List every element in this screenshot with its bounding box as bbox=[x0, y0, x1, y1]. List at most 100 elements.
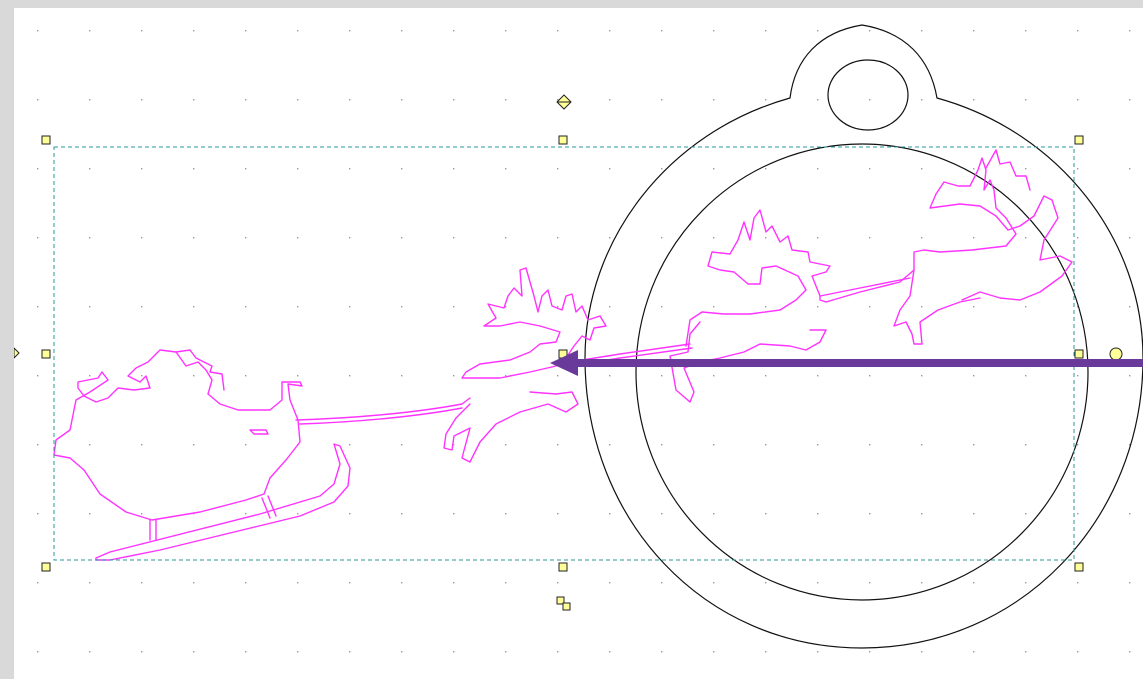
sleigh-strut-right[interactable] bbox=[261, 495, 277, 519]
ornament-hanger-hole[interactable] bbox=[827, 59, 909, 131]
duplicate-squares-icon[interactable] bbox=[556, 596, 571, 611]
selection-handles[interactable] bbox=[41, 135, 1084, 572]
grid-dot bbox=[817, 99, 819, 101]
harness-rope[interactable] bbox=[295, 397, 471, 425]
grid-dot bbox=[765, 306, 767, 308]
grid-dot bbox=[193, 651, 195, 653]
grid-dot bbox=[193, 444, 195, 446]
grid-dot bbox=[453, 513, 455, 515]
grid-dot bbox=[89, 582, 91, 584]
grid-dot bbox=[973, 444, 975, 446]
handle-bottom-right[interactable] bbox=[1074, 562, 1084, 572]
node-circle-handle-icon[interactable] bbox=[1109, 347, 1123, 361]
grid-dot bbox=[765, 513, 767, 515]
reindeer-2[interactable] bbox=[685, 209, 831, 347]
handle-middle-left[interactable] bbox=[41, 349, 51, 359]
grid-dot bbox=[245, 444, 247, 446]
handle-bottom-left[interactable] bbox=[41, 562, 51, 572]
grid-dot bbox=[713, 237, 715, 239]
grid-dot bbox=[765, 582, 767, 584]
grid-dot bbox=[297, 513, 299, 515]
grid-dot bbox=[245, 651, 247, 653]
grid-dot bbox=[661, 237, 663, 239]
grid-dot bbox=[921, 30, 923, 32]
grid-dot bbox=[1025, 30, 1027, 32]
grid-dot bbox=[973, 168, 975, 170]
left-edge-handle-icon[interactable] bbox=[14, 347, 20, 359]
grid-dot bbox=[869, 237, 871, 239]
sleigh-runner[interactable] bbox=[95, 443, 351, 561]
grid-dot bbox=[661, 444, 663, 446]
grid-dot bbox=[1077, 237, 1079, 239]
grid-dot bbox=[349, 444, 351, 446]
grid-dot bbox=[765, 651, 767, 653]
grid-dot bbox=[973, 306, 975, 308]
handle-bottom-center[interactable] bbox=[558, 562, 568, 572]
grid-dot bbox=[193, 30, 195, 32]
grid-dot bbox=[869, 582, 871, 584]
reindeer-3-antlers[interactable] bbox=[985, 149, 1031, 191]
drawing-canvas[interactable] bbox=[14, 8, 1143, 679]
grid-dot bbox=[37, 513, 39, 515]
canvas-svg[interactable] bbox=[14, 8, 1143, 679]
grid-dot bbox=[505, 513, 507, 515]
grid-dot bbox=[765, 30, 767, 32]
grid-dot bbox=[661, 306, 663, 308]
grid-dot bbox=[505, 168, 507, 170]
grid-dot bbox=[37, 168, 39, 170]
grid-dot bbox=[297, 582, 299, 584]
grid-dot bbox=[817, 30, 819, 32]
grid-dot bbox=[557, 168, 559, 170]
grid-dot bbox=[1025, 237, 1027, 239]
grid-dot bbox=[401, 444, 403, 446]
grid-dot bbox=[245, 168, 247, 170]
santa-figure[interactable] bbox=[175, 349, 225, 391]
grid-dot bbox=[1025, 306, 1027, 308]
grid-dot bbox=[1077, 375, 1079, 377]
ornament-inner-ring[interactable] bbox=[635, 143, 1089, 601]
grid-dot bbox=[609, 30, 611, 32]
grid-dot bbox=[609, 582, 611, 584]
grid-dot bbox=[297, 651, 299, 653]
grid-dot bbox=[921, 651, 923, 653]
grid-dot bbox=[609, 375, 611, 377]
reindeer-3-legs[interactable] bbox=[893, 269, 981, 345]
grid-dot bbox=[1129, 582, 1131, 584]
grid-dot bbox=[505, 444, 507, 446]
handle-top-left[interactable] bbox=[41, 135, 51, 145]
grid-dot bbox=[973, 651, 975, 653]
grid-dot bbox=[89, 237, 91, 239]
sleigh-strut-left[interactable] bbox=[149, 519, 157, 541]
grid-dot bbox=[557, 306, 559, 308]
grid-dot bbox=[297, 237, 299, 239]
grid-dot bbox=[973, 99, 975, 101]
grid-dot bbox=[661, 513, 663, 515]
grid-dot bbox=[1077, 444, 1079, 446]
diamond-rotate-icon[interactable] bbox=[556, 94, 572, 110]
grid-dot bbox=[1077, 168, 1079, 170]
grid-dot bbox=[973, 513, 975, 515]
grid-dot bbox=[765, 168, 767, 170]
grid-dot bbox=[1025, 168, 1027, 170]
sleigh-detail[interactable] bbox=[249, 429, 269, 435]
handle-top-right[interactable] bbox=[1074, 135, 1084, 145]
grid-dot bbox=[401, 651, 403, 653]
grid-dot bbox=[817, 651, 819, 653]
reindeer-3[interactable] bbox=[825, 157, 1073, 303]
handle-top-center[interactable] bbox=[558, 135, 568, 145]
grid-dot bbox=[297, 99, 299, 101]
grid-dot bbox=[89, 513, 91, 515]
grid-dot bbox=[141, 651, 143, 653]
grid-dot bbox=[1077, 582, 1079, 584]
ornament-outer-ring[interactable] bbox=[584, 24, 1143, 649]
grid-dot bbox=[37, 375, 39, 377]
grid-dot bbox=[193, 582, 195, 584]
sleigh-body[interactable] bbox=[53, 349, 303, 521]
harness-middle[interactable] bbox=[819, 277, 911, 297]
grid-dot bbox=[869, 30, 871, 32]
ornament-outline[interactable] bbox=[584, 24, 1143, 649]
handle-middle-right[interactable] bbox=[1074, 349, 1084, 359]
grid-dots bbox=[37, 30, 1131, 653]
grid-dot bbox=[869, 651, 871, 653]
grid-dot bbox=[37, 237, 39, 239]
